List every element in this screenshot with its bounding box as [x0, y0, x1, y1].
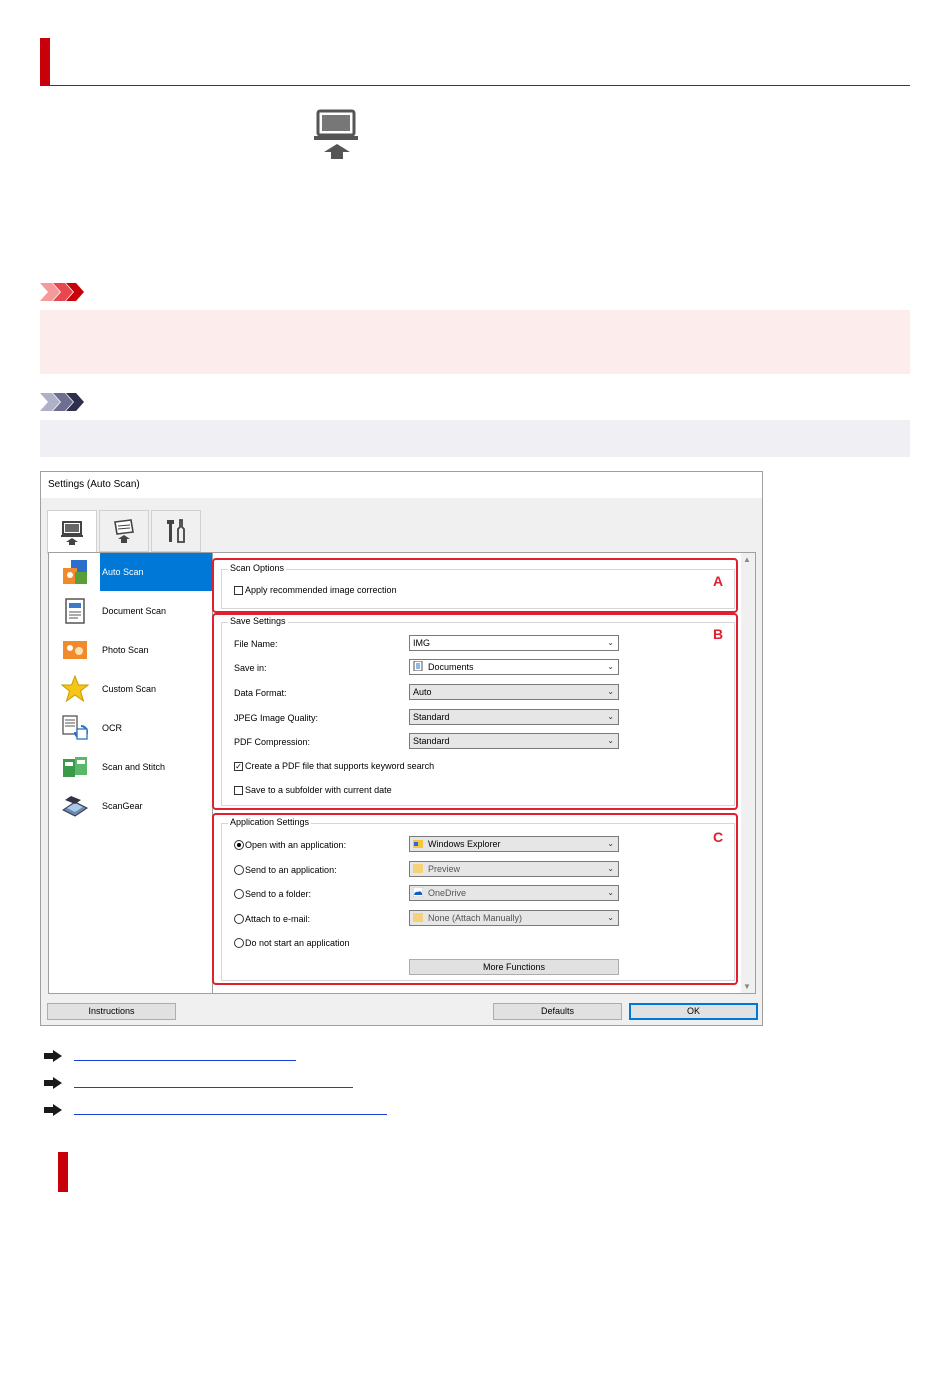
link-underline[interactable] — [74, 1060, 296, 1061]
scan-type-list: Auto Scan Document Scan Photo Scan Custo… — [48, 552, 213, 994]
callout-box-a — [212, 558, 738, 613]
arrow-right-icon — [44, 1077, 62, 1089]
nav-item-custom-scan[interactable]: Custom Scan — [49, 670, 211, 708]
arrow-right-icon — [44, 1104, 62, 1116]
callout-marker-c: C — [713, 829, 724, 845]
star-icon — [61, 675, 89, 703]
tools-icon — [167, 519, 185, 543]
computer-scan-icon — [314, 109, 358, 159]
callout-marker-b: B — [713, 626, 724, 642]
scangear-icon — [62, 796, 88, 817]
nav-item-scan-and-stitch[interactable]: Scan and Stitch — [49, 748, 211, 786]
callout-marker-a: A — [713, 573, 724, 589]
defaults-button[interactable]: Defaults — [493, 1003, 622, 1020]
link-row[interactable] — [44, 1049, 304, 1065]
heading-bar — [40, 38, 50, 86]
nav-item-document-scan[interactable]: Document Scan — [49, 592, 211, 630]
note-box — [40, 420, 910, 457]
nav-label: OCR — [102, 723, 122, 733]
nav-label: ScanGear — [102, 801, 143, 811]
note-icon — [40, 393, 84, 411]
heading-underline — [40, 85, 910, 86]
link-row[interactable] — [44, 1103, 394, 1119]
nav-item-auto-scan[interactable]: Auto Scan — [49, 553, 212, 591]
callout-box-c — [212, 813, 738, 985]
link-underline[interactable] — [74, 1114, 387, 1115]
nav-label: Photo Scan — [102, 645, 149, 655]
nav-item-photo-scan[interactable]: Photo Scan — [49, 631, 211, 669]
nav-item-scangear[interactable]: ScanGear — [49, 787, 211, 825]
arrow-right-icon — [44, 1050, 62, 1062]
dialog-title: Settings (Auto Scan) — [41, 472, 762, 498]
settings-pane: ▲ ▼ Scan Options Apply recommended image… — [212, 552, 756, 994]
nav-label: Custom Scan — [102, 684, 157, 694]
tab-computer-scan[interactable] — [47, 510, 97, 554]
callout-box-b — [212, 613, 738, 810]
ok-button[interactable]: OK — [629, 1003, 758, 1020]
important-box — [40, 310, 910, 374]
scanner-scan-tab-icon — [114, 519, 134, 543]
instructions-button[interactable]: Instructions — [47, 1003, 176, 1020]
tab-general-settings[interactable] — [151, 510, 201, 552]
document-scan-icon — [65, 598, 85, 624]
ocr-icon — [62, 715, 88, 740]
scroll-down-icon[interactable]: ▼ — [743, 982, 751, 991]
tab-scanner-scan[interactable] — [99, 510, 149, 552]
settings-dialog: Settings (Auto Scan) Auto Scan Document … — [40, 471, 763, 1026]
link-row[interactable] — [44, 1076, 364, 1092]
nav-label: Document Scan — [102, 606, 167, 616]
nav-label: Scan and Stitch — [102, 762, 166, 772]
photo-scan-icon — [63, 641, 87, 659]
nav-label: Auto Scan — [100, 553, 212, 591]
vertical-scrollbar[interactable]: ▲ ▼ — [741, 553, 755, 993]
link-underline[interactable] — [74, 1087, 353, 1088]
scroll-up-icon[interactable]: ▲ — [743, 555, 751, 564]
important-icon — [40, 283, 84, 301]
nav-item-ocr[interactable]: OCR — [49, 709, 211, 747]
scan-stitch-icon — [63, 757, 87, 777]
section-heading-bar — [58, 1152, 68, 1192]
computer-scan-tab-icon — [61, 520, 83, 545]
auto-scan-icon — [63, 560, 87, 584]
